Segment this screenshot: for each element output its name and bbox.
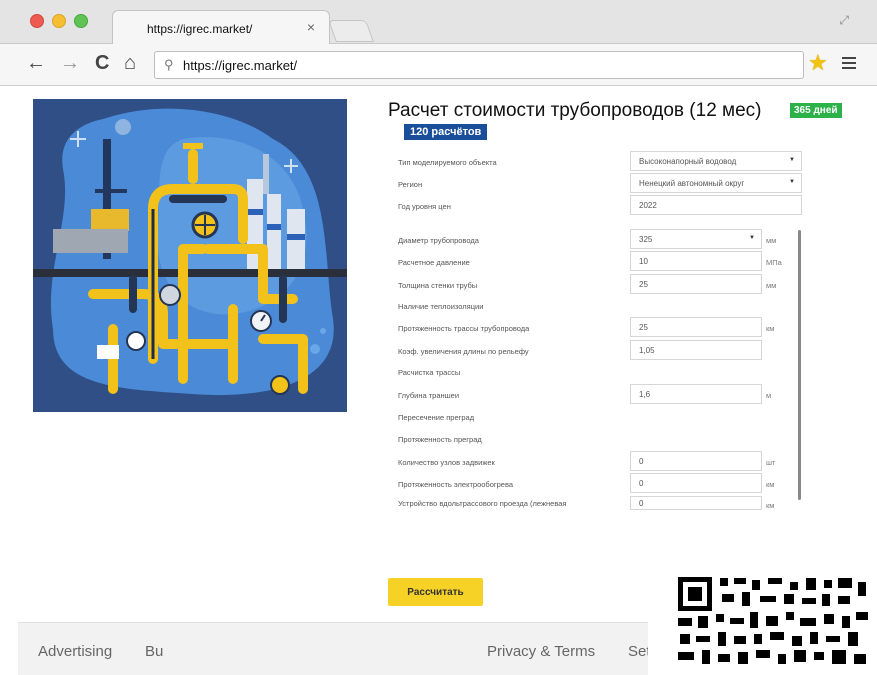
route-length-label: Протяженность трассы трубопровода [398, 324, 530, 333]
trench-depth-value: 1,6 [639, 390, 651, 399]
footer-link-advertising[interactable]: Advertising [38, 643, 112, 660]
relief-coef-label: Коэф. увеличения длины по рельефу [398, 347, 529, 356]
chevron-down-icon: ▼ [749, 235, 755, 241]
wall-thickness-label: Толщина стенки трубы [398, 281, 478, 290]
relief-coef-value: 1,05 [639, 346, 655, 355]
route-length-unit: км [766, 324, 775, 333]
region-value: Ненецкий автономный округ [639, 179, 745, 188]
diameter-unit: мм [766, 236, 777, 245]
pressure-label: Расчетное давление [398, 258, 470, 267]
home-icon[interactable]: ⌂ [124, 52, 136, 74]
trench-depth-label: Глубина траншеи [398, 391, 460, 400]
route-length-input[interactable]: 25 [630, 317, 762, 337]
page-title: Расчет стоимости трубопроводов (12 мес) [388, 100, 762, 121]
calculate-button[interactable]: Рассчитать [388, 578, 483, 606]
menu-icon[interactable] [842, 57, 856, 72]
diameter-value: 325 [639, 235, 653, 244]
valve-count-input[interactable]: 0 [630, 451, 762, 471]
new-tab-button[interactable] [327, 20, 375, 42]
pressure-unit: МПа [766, 258, 782, 267]
forward-icon[interactable]: → [60, 52, 80, 74]
wall-thickness-input[interactable]: 25 [630, 274, 762, 294]
search-icon: ⚲ [164, 57, 174, 72]
star-icon[interactable]: ★ [808, 52, 828, 74]
chevron-down-icon: ▼ [789, 179, 795, 185]
diameter-select[interactable]: 325 ▼ [630, 229, 762, 249]
footer-link-privacy[interactable]: Privacy & Terms [487, 643, 595, 660]
valve-count-unit: шт [766, 458, 776, 467]
browser-nav-bar: ← → C ⌂ ⚲ https://igrec.market/ ★ [0, 44, 877, 86]
price-year-value: 2022 [639, 201, 657, 210]
relief-coef-input[interactable]: 1,05 [630, 340, 762, 360]
object-type-select[interactable]: Высоконапорный водовод ▼ [630, 151, 802, 171]
close-icon[interactable]: × [307, 19, 315, 35]
road-label: Устройство вдольтрассового проезда (лежн… [398, 499, 567, 508]
diameter-label: Диаметр трубопровода [398, 236, 479, 245]
route-length-value: 25 [639, 323, 648, 332]
pressure-input[interactable]: 10 [630, 251, 762, 271]
heating-length-unit: км [766, 480, 775, 489]
minimize-window-button[interactable] [52, 14, 66, 28]
valve-count-label: Количество узлов задвижек [398, 458, 495, 467]
insulation-toggle[interactable]: Наличие теплоизоляции [398, 302, 483, 311]
calculations-count-badge: 120 расчётов [404, 124, 488, 140]
expand-icon[interactable]: ⤢ [839, 13, 849, 28]
crossing-toggle[interactable]: Пересечение преград [398, 413, 474, 422]
browser-tab[interactable]: https://igrec.market/ × [112, 10, 330, 44]
region-label: Регион [398, 180, 423, 189]
pressure-value: 10 [639, 257, 648, 266]
qr-code [648, 552, 877, 675]
region-select[interactable]: Ненецкий автономный округ ▼ [630, 173, 802, 193]
trench-depth-input[interactable]: 1,6 [630, 384, 762, 404]
chevron-down-icon: ▼ [789, 157, 795, 163]
form-scrollbar[interactable] [798, 230, 801, 500]
wall-thickness-value: 25 [639, 280, 648, 289]
back-icon[interactable]: ← [26, 52, 46, 74]
price-year-input[interactable]: 2022 [630, 195, 802, 215]
crossing-length-toggle[interactable]: Протяженность преград [398, 435, 482, 444]
heating-length-label: Протяженность электрообогрева [398, 480, 514, 489]
wall-thickness-unit: мм [766, 281, 777, 290]
valve-count-value: 0 [639, 457, 644, 466]
pipeline-illustration [33, 99, 347, 412]
days-badge: 365 дней [790, 103, 842, 118]
road-value: 0 [639, 499, 644, 508]
browser-tab-bar: https://igrec.market/ × ⤢ [0, 0, 877, 44]
heating-length-value: 0 [639, 479, 644, 488]
url-text[interactable]: https://igrec.market/ [183, 58, 297, 73]
heating-length-input[interactable]: 0 [630, 473, 762, 493]
trench-depth-unit: м [766, 391, 772, 400]
object-type-label: Тип моделируемого объекта [398, 158, 497, 167]
close-window-button[interactable] [30, 14, 44, 28]
price-year-label: Год уровня цен [398, 202, 451, 211]
object-type-value: Высоконапорный водовод [639, 157, 737, 166]
road-unit: км [766, 501, 775, 510]
clearing-toggle[interactable]: Расчистка трассы [398, 368, 460, 377]
reload-icon[interactable]: C [95, 52, 109, 74]
road-input[interactable]: 0 [630, 496, 762, 510]
footer-link-business[interactable]: Bu [145, 643, 163, 660]
address-bar[interactable]: ⚲ https://igrec.market/ [154, 51, 804, 79]
maximize-window-button[interactable] [74, 14, 88, 28]
tab-title: https://igrec.market/ [147, 22, 253, 36]
